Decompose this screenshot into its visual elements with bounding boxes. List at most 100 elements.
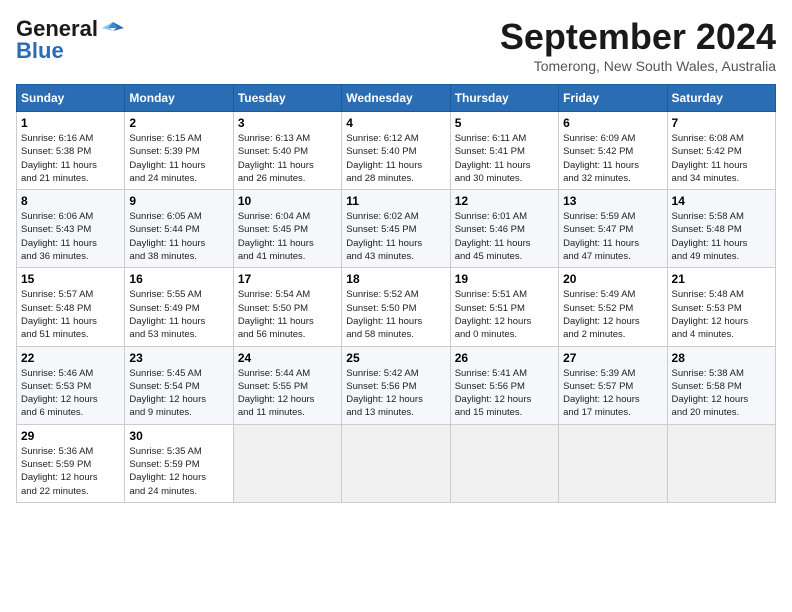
day-info: Sunrise: 6:15 AM Sunset: 5:39 PM Dayligh… xyxy=(129,132,228,185)
day-number: 24 xyxy=(238,351,337,365)
calendar-cell: 7 Sunrise: 6:08 AM Sunset: 5:42 PM Daylig… xyxy=(667,112,775,190)
calendar-cell: 10 Sunrise: 6:04 AM Sunset: 5:45 PM Dayli… xyxy=(233,190,341,268)
calendar-cell: 22 Sunrise: 5:46 AM Sunset: 5:53 PM Dayli… xyxy=(17,346,125,424)
day-info: Sunrise: 6:08 AM Sunset: 5:42 PM Dayligh… xyxy=(672,132,771,185)
calendar-cell xyxy=(342,424,450,502)
day-info: Sunrise: 6:02 AM Sunset: 5:45 PM Dayligh… xyxy=(346,210,445,263)
day-number: 7 xyxy=(672,116,771,130)
calendar-cell: 23 Sunrise: 5:45 AM Sunset: 5:54 PM Dayli… xyxy=(125,346,233,424)
calendar-week-5: 29 Sunrise: 5:36 AM Sunset: 5:59 PM Dayli… xyxy=(17,424,776,502)
day-info: Sunrise: 5:48 AM Sunset: 5:53 PM Dayligh… xyxy=(672,288,771,341)
calendar-cell xyxy=(233,424,341,502)
calendar-cell: 27 Sunrise: 5:39 AM Sunset: 5:57 PM Dayli… xyxy=(559,346,667,424)
day-info: Sunrise: 6:13 AM Sunset: 5:40 PM Dayligh… xyxy=(238,132,337,185)
day-info: Sunrise: 5:36 AM Sunset: 5:59 PM Dayligh… xyxy=(21,445,120,498)
day-info: Sunrise: 5:49 AM Sunset: 5:52 PM Dayligh… xyxy=(563,288,662,341)
calendar-cell: 28Sunrise: 5:38 AM Sunset: 5:58 PM Dayli… xyxy=(667,346,775,424)
calendar-cell: 8 Sunrise: 6:06 AM Sunset: 5:43 PM Daylig… xyxy=(17,190,125,268)
calendar-header-row: SundayMondayTuesdayWednesdayThursdayFrid… xyxy=(17,85,776,112)
day-info: Sunrise: 6:16 AM Sunset: 5:38 PM Dayligh… xyxy=(21,132,120,185)
day-info: Sunrise: 6:06 AM Sunset: 5:43 PM Dayligh… xyxy=(21,210,120,263)
day-number: 10 xyxy=(238,194,337,208)
calendar-cell: 2 Sunrise: 6:15 AM Sunset: 5:39 PM Daylig… xyxy=(125,112,233,190)
calendar-cell: 20Sunrise: 5:49 AM Sunset: 5:52 PM Dayli… xyxy=(559,268,667,346)
day-info: Sunrise: 6:09 AM Sunset: 5:42 PM Dayligh… xyxy=(563,132,662,185)
day-number: 27 xyxy=(563,351,662,365)
day-info: Sunrise: 5:55 AM Sunset: 5:49 PM Dayligh… xyxy=(129,288,228,341)
calendar-cell: 18Sunrise: 5:52 AM Sunset: 5:50 PM Dayli… xyxy=(342,268,450,346)
calendar-cell: 11 Sunrise: 6:02 AM Sunset: 5:45 PM Dayli… xyxy=(342,190,450,268)
day-number: 11 xyxy=(346,194,445,208)
day-info: Sunrise: 5:35 AM Sunset: 5:59 PM Dayligh… xyxy=(129,445,228,498)
day-number: 13 xyxy=(563,194,662,208)
day-number: 21 xyxy=(672,272,771,286)
day-info: Sunrise: 6:04 AM Sunset: 5:45 PM Dayligh… xyxy=(238,210,337,263)
logo: General Blue xyxy=(16,16,124,64)
day-number: 9 xyxy=(129,194,228,208)
calendar-cell: 19 Sunrise: 5:51 AM Sunset: 5:51 PM Dayli… xyxy=(450,268,558,346)
day-number: 26 xyxy=(455,351,554,365)
day-number: 8 xyxy=(21,194,120,208)
day-info: Sunrise: 5:58 AM Sunset: 5:48 PM Dayligh… xyxy=(672,210,771,263)
day-info: Sunrise: 5:46 AM Sunset: 5:53 PM Dayligh… xyxy=(21,367,120,420)
day-number: 22 xyxy=(21,351,120,365)
day-number: 12 xyxy=(455,194,554,208)
day-number: 29 xyxy=(21,429,120,443)
day-number: 15 xyxy=(21,272,120,286)
day-info: Sunrise: 5:39 AM Sunset: 5:57 PM Dayligh… xyxy=(563,367,662,420)
col-header-thursday: Thursday xyxy=(450,85,558,112)
day-info: Sunrise: 5:41 AM Sunset: 5:56 PM Dayligh… xyxy=(455,367,554,420)
day-number: 19 xyxy=(455,272,554,286)
calendar-cell: 14 Sunrise: 5:58 AM Sunset: 5:48 PM Dayli… xyxy=(667,190,775,268)
calendar-cell xyxy=(450,424,558,502)
col-header-wednesday: Wednesday xyxy=(342,85,450,112)
day-info: Sunrise: 5:57 AM Sunset: 5:48 PM Dayligh… xyxy=(21,288,120,341)
calendar-cell: 9Sunrise: 6:05 AM Sunset: 5:44 PM Daylig… xyxy=(125,190,233,268)
day-info: Sunrise: 5:45 AM Sunset: 5:54 PM Dayligh… xyxy=(129,367,228,420)
day-number: 16 xyxy=(129,272,228,286)
day-number: 23 xyxy=(129,351,228,365)
day-info: Sunrise: 6:12 AM Sunset: 5:40 PM Dayligh… xyxy=(346,132,445,185)
day-number: 18 xyxy=(346,272,445,286)
day-info: Sunrise: 5:42 AM Sunset: 5:56 PM Dayligh… xyxy=(346,367,445,420)
day-number: 2 xyxy=(129,116,228,130)
calendar-week-1: 1 Sunrise: 6:16 AM Sunset: 5:38 PM Daylig… xyxy=(17,112,776,190)
col-header-friday: Friday xyxy=(559,85,667,112)
calendar-cell: 17Sunrise: 5:54 AM Sunset: 5:50 PM Dayli… xyxy=(233,268,341,346)
day-number: 5 xyxy=(455,116,554,130)
day-number: 25 xyxy=(346,351,445,365)
month-title: September 2024 xyxy=(500,16,776,58)
calendar-cell: 12 Sunrise: 6:01 AM Sunset: 5:46 PM Dayli… xyxy=(450,190,558,268)
calendar-cell: 15 Sunrise: 5:57 AM Sunset: 5:48 PM Dayli… xyxy=(17,268,125,346)
day-number: 17 xyxy=(238,272,337,286)
day-info: Sunrise: 6:01 AM Sunset: 5:46 PM Dayligh… xyxy=(455,210,554,263)
calendar-week-4: 22 Sunrise: 5:46 AM Sunset: 5:53 PM Dayli… xyxy=(17,346,776,424)
day-info: Sunrise: 5:44 AM Sunset: 5:55 PM Dayligh… xyxy=(238,367,337,420)
calendar-week-3: 15 Sunrise: 5:57 AM Sunset: 5:48 PM Dayli… xyxy=(17,268,776,346)
col-header-saturday: Saturday xyxy=(667,85,775,112)
day-info: Sunrise: 6:11 AM Sunset: 5:41 PM Dayligh… xyxy=(455,132,554,185)
col-header-tuesday: Tuesday xyxy=(233,85,341,112)
day-info: Sunrise: 5:38 AM Sunset: 5:58 PM Dayligh… xyxy=(672,367,771,420)
location-subtitle: Tomerong, New South Wales, Australia xyxy=(500,58,776,74)
day-number: 3 xyxy=(238,116,337,130)
day-number: 6 xyxy=(563,116,662,130)
col-header-monday: Monday xyxy=(125,85,233,112)
calendar-week-2: 8 Sunrise: 6:06 AM Sunset: 5:43 PM Daylig… xyxy=(17,190,776,268)
day-number: 1 xyxy=(21,116,120,130)
calendar-cell: 25 Sunrise: 5:42 AM Sunset: 5:56 PM Dayli… xyxy=(342,346,450,424)
calendar-cell: 13 Sunrise: 5:59 AM Sunset: 5:47 PM Dayli… xyxy=(559,190,667,268)
calendar-cell: 21 Sunrise: 5:48 AM Sunset: 5:53 PM Dayli… xyxy=(667,268,775,346)
calendar-cell: 1 Sunrise: 6:16 AM Sunset: 5:38 PM Daylig… xyxy=(17,112,125,190)
calendar-cell: 6 Sunrise: 6:09 AM Sunset: 5:42 PM Daylig… xyxy=(559,112,667,190)
calendar-cell: 26 Sunrise: 5:41 AM Sunset: 5:56 PM Dayli… xyxy=(450,346,558,424)
calendar-cell: 4Sunrise: 6:12 AM Sunset: 5:40 PM Daylig… xyxy=(342,112,450,190)
title-area: September 2024 Tomerong, New South Wales… xyxy=(500,16,776,74)
day-info: Sunrise: 5:51 AM Sunset: 5:51 PM Dayligh… xyxy=(455,288,554,341)
day-number: 14 xyxy=(672,194,771,208)
calendar-cell xyxy=(559,424,667,502)
calendar-cell xyxy=(667,424,775,502)
day-info: Sunrise: 5:59 AM Sunset: 5:47 PM Dayligh… xyxy=(563,210,662,263)
logo-bird-icon xyxy=(102,18,124,40)
calendar-cell: 5 Sunrise: 6:11 AM Sunset: 5:41 PM Daylig… xyxy=(450,112,558,190)
